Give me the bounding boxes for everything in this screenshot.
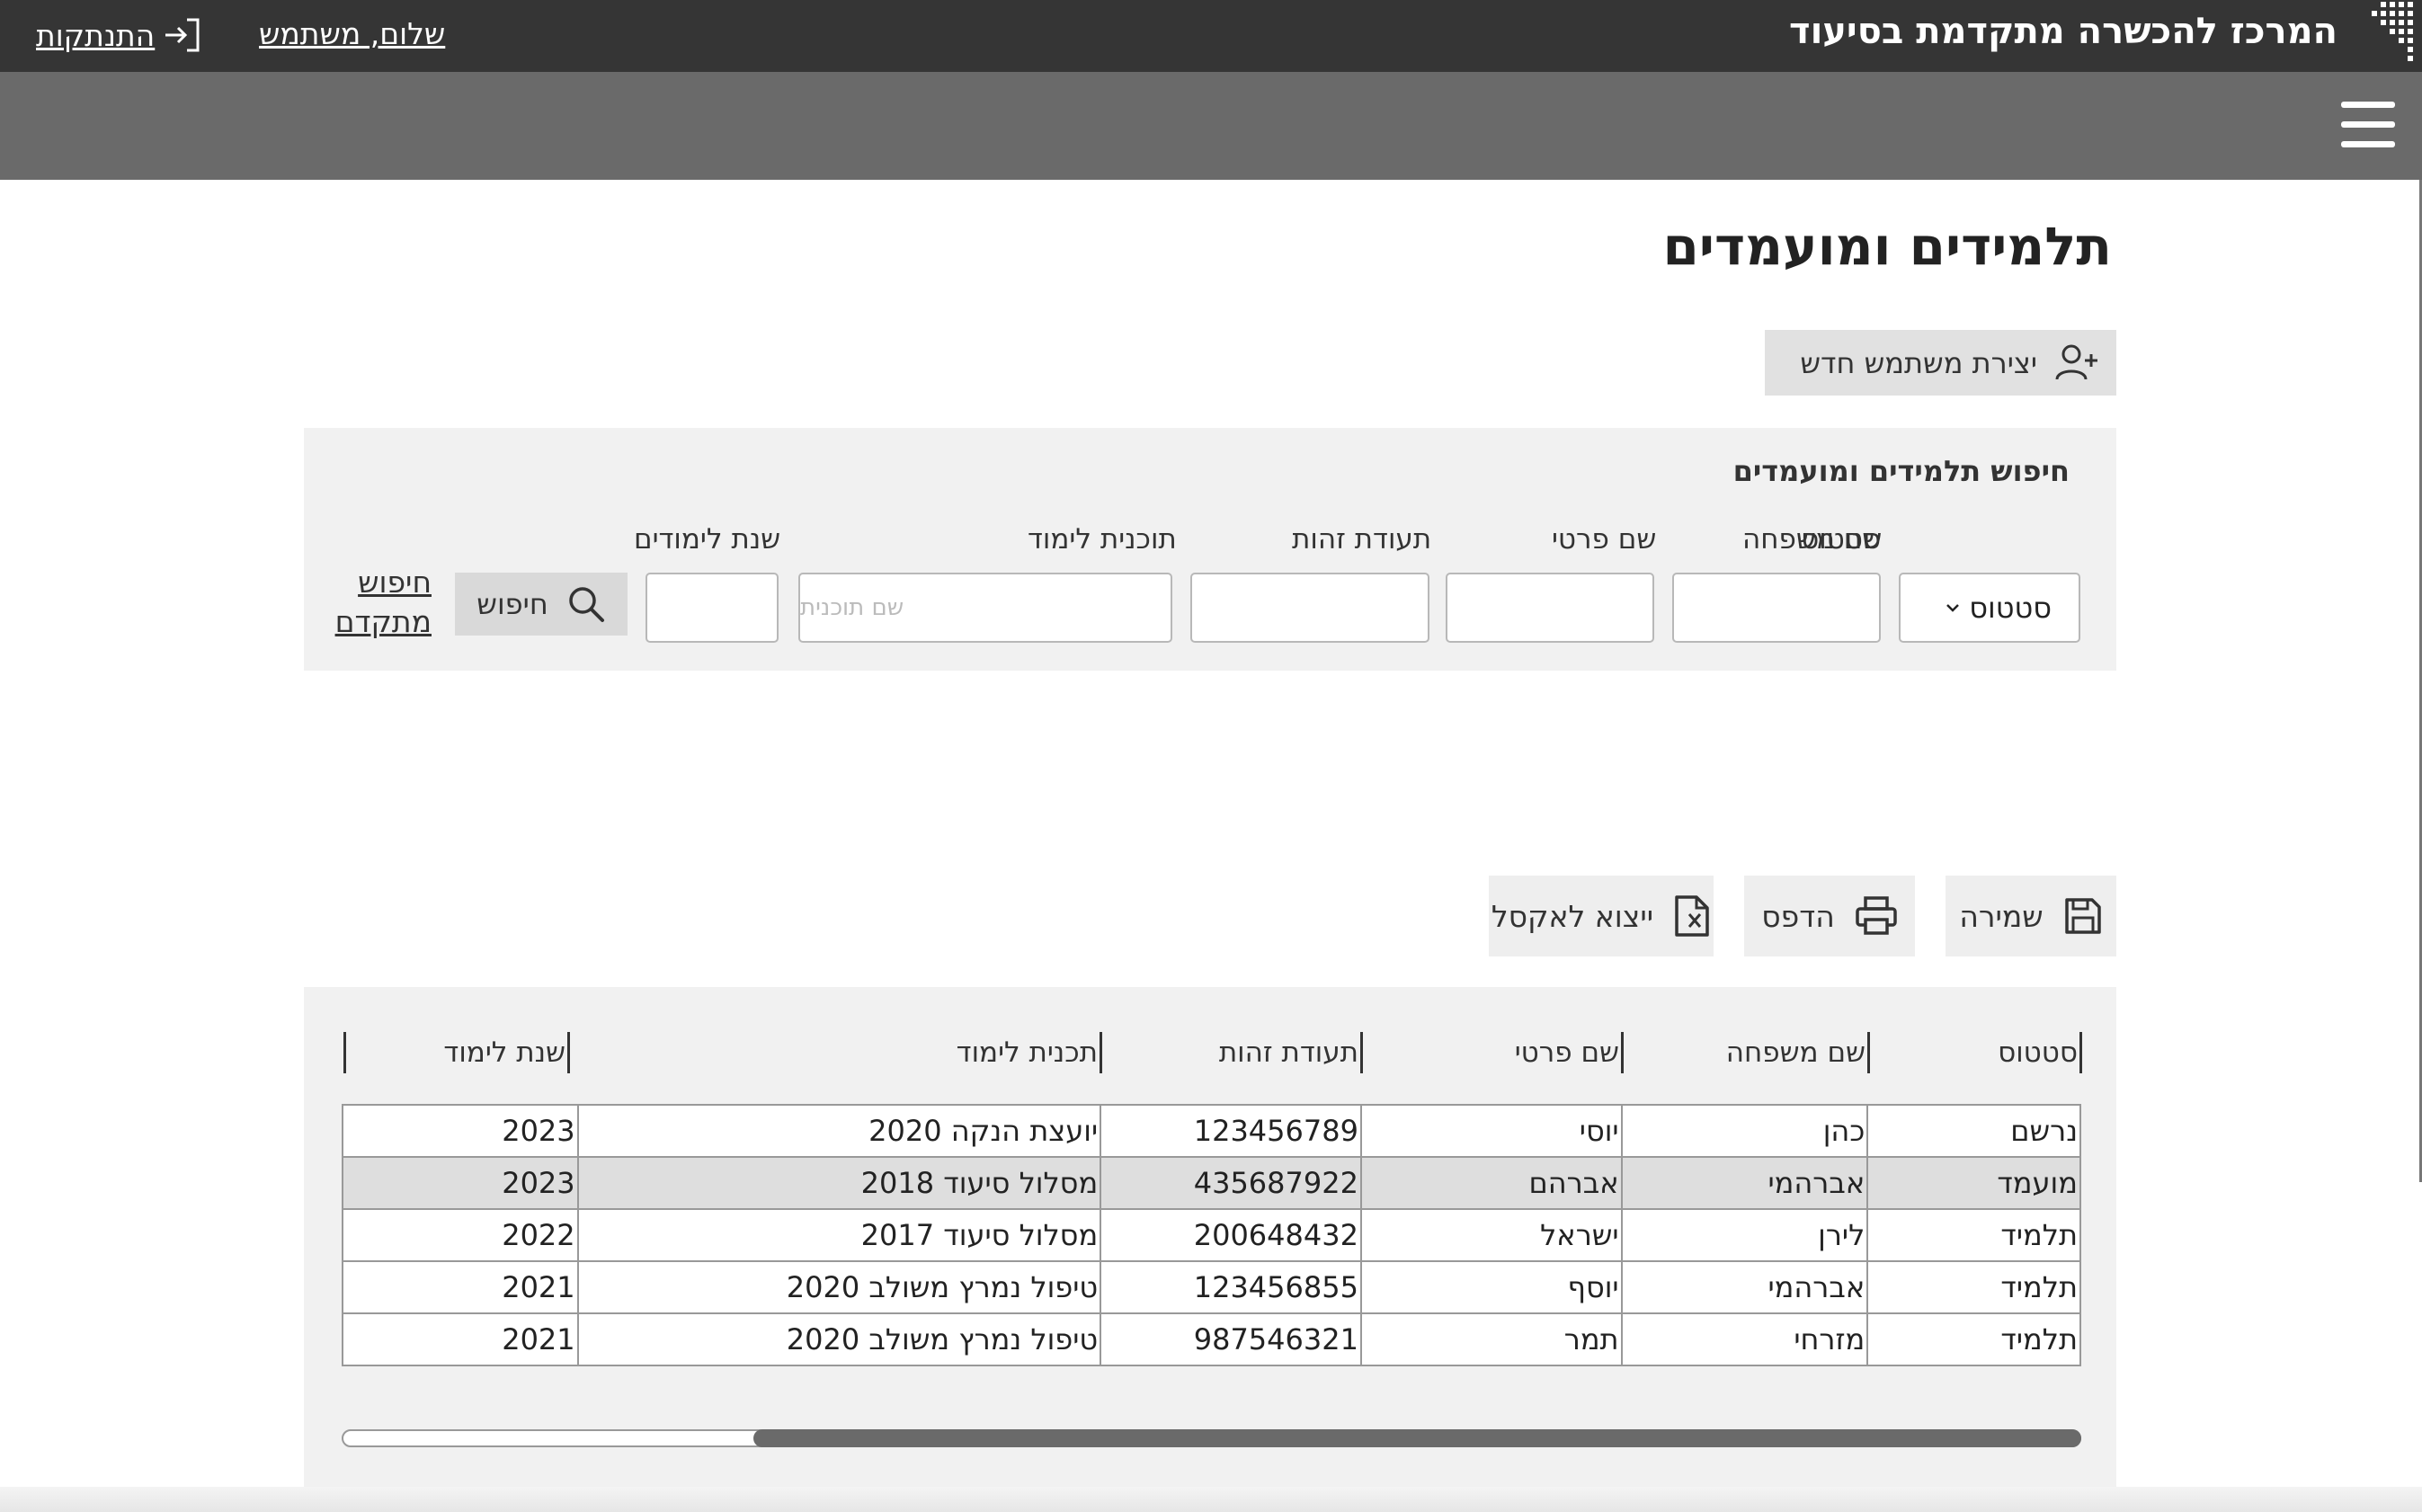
table-row[interactable]: 2021 טיפול נמרץ משולב 2020 987546321 תמר מזר… — [342, 1312, 2081, 1366]
export-excel-button[interactable]: ייצוא לאקסל — [1489, 876, 1714, 956]
first-name-cell: ישראל — [1359, 1208, 1623, 1262]
logo-icon — [2372, 2, 2413, 61]
table-row[interactable]: 2021 טיפול נמרץ משולב 2020 123456855 יוסף אב… — [342, 1260, 2081, 1314]
nav-bar — [0, 72, 2422, 180]
id-number-input[interactable] — [1190, 573, 1429, 643]
create-user-button[interactable]: יצירת משתמש חדש — [1765, 330, 2116, 396]
excel-file-icon — [1675, 895, 1709, 937]
last-name-label: שם משפחה — [1742, 523, 1883, 556]
save-label: שמירה — [1959, 898, 2044, 934]
column-header-first-name[interactable]: שם פרטי — [1363, 1032, 1624, 1073]
id-number-cell: 200648432 — [1100, 1208, 1362, 1262]
program-cell: טיפול נמרץ משולב 2020 — [576, 1260, 1102, 1314]
page-title: תלמידים ומועמדים — [1662, 216, 2112, 277]
search-button-label: חיפוש — [476, 587, 548, 621]
table-row[interactable]: 2022 מסלול סיעוד 2017 200648432 ישראל לירן תל… — [342, 1208, 2081, 1262]
scrollbar-thumb[interactable] — [753, 1429, 2081, 1447]
column-header-status[interactable]: סטטוס — [1870, 1032, 2082, 1073]
printer-icon — [1856, 896, 1897, 935]
last-name-cell: לירן — [1620, 1208, 1869, 1262]
first-name-label: שם פרטי — [1552, 523, 1657, 556]
chevron-down-icon — [1946, 604, 1960, 612]
search-button[interactable]: חיפוש — [455, 573, 628, 636]
print-button[interactable]: הדפס — [1744, 876, 1915, 956]
year-input[interactable] — [646, 573, 779, 643]
column-header-id-number[interactable]: תעודת זהות — [1102, 1032, 1363, 1073]
first-name-cell: אברהם — [1359, 1156, 1623, 1210]
save-button[interactable]: שמירה — [1946, 876, 2116, 956]
status-select[interactable]: סטטוס — [1899, 573, 2080, 643]
page-bottom-edge — [0, 1487, 2422, 1512]
program-cell: מסלול סיעוד 2018 — [576, 1156, 1102, 1210]
status-cell: מועמד — [1866, 1156, 2081, 1210]
id-number-cell: 987546321 — [1100, 1312, 1362, 1366]
menu-hamburger-icon[interactable] — [2341, 102, 2395, 148]
search-icon — [568, 587, 604, 622]
status-cell: נרשם — [1866, 1104, 2081, 1158]
logout-label: התנתקות — [36, 17, 156, 53]
year-cell: 2021 — [342, 1312, 579, 1366]
last-name-cell: כהן — [1620, 1104, 1869, 1158]
search-panel-title: חיפוש תלמידים ומועמדים — [1732, 454, 2070, 488]
status-cell: תלמיד — [1866, 1260, 2081, 1314]
first-name-cell: תמר — [1359, 1312, 1623, 1366]
first-name-input[interactable] — [1446, 573, 1654, 643]
status-cell: תלמיד — [1866, 1208, 2081, 1262]
column-header-program[interactable]: תכנית לימוד — [570, 1032, 1102, 1073]
export-label: ייצוא לאקסל — [1491, 898, 1654, 934]
logout-icon — [165, 18, 200, 52]
year-cell: 2023 — [342, 1156, 579, 1210]
year-cell: 2023 — [342, 1104, 579, 1158]
logout-link[interactable]: התנתקות — [36, 13, 205, 58]
last-name-cell: אברהמי — [1620, 1156, 1869, 1210]
column-header-last-name[interactable]: שם משפחה — [1624, 1032, 1870, 1073]
status-cell: תלמיד — [1866, 1312, 2081, 1366]
save-icon — [2064, 898, 2101, 934]
advanced-search-link[interactable]: חיפוש מתקדם — [335, 563, 432, 642]
last-name-cell: אברהמי — [1620, 1260, 1869, 1314]
program-cell: טיפול נמרץ משולב 2020 — [576, 1312, 1102, 1366]
program-cell: מסלול סיעוד 2017 — [576, 1208, 1102, 1262]
year-label: שנת לימודים — [634, 523, 781, 556]
print-label: הדפס — [1761, 898, 1835, 934]
program-input[interactable]: שם תוכנית — [798, 573, 1172, 643]
table-row[interactable]: 2023 מסלול סיעוד 2018 435687922 אברהם אברהמי… — [342, 1156, 2081, 1210]
id-number-cell: 123456855 — [1100, 1260, 1362, 1314]
id-number-cell: 123456789 — [1100, 1104, 1362, 1158]
status-select-value: סטטוס — [1969, 591, 2052, 625]
table-row[interactable]: 2023 יועצת הנקה 2020 123456789 יוסי כהן נרשם — [342, 1104, 2081, 1158]
program-input-placeholder: שם תוכנית — [800, 594, 904, 621]
create-user-label: יצירת משתמש חדש — [1800, 345, 2037, 380]
year-cell: 2021 — [342, 1260, 579, 1314]
id-number-cell: 435687922 — [1100, 1156, 1362, 1210]
site-title: המרכז להכשרה מתקדמת בסיעוד — [1789, 11, 2337, 52]
first-name-cell: יוסי — [1359, 1104, 1623, 1158]
results-table: 2023 יועצת הנקה 2020 123456789 יוסי כהן נרשם 2… — [342, 1104, 2081, 1366]
first-name-cell: יוסף — [1359, 1260, 1623, 1314]
add-user-icon — [2055, 344, 2097, 379]
program-cell: יועצת הנקה 2020 — [576, 1104, 1102, 1158]
last-name-input[interactable] — [1672, 573, 1881, 643]
user-greeting-link[interactable]: שלום, משתמש — [259, 16, 445, 51]
program-label: תוכנית לימוד — [1028, 523, 1177, 556]
year-cell: 2022 — [342, 1208, 579, 1262]
column-header-year[interactable]: שנת לימוד — [346, 1032, 570, 1073]
id-number-label: תעודת זהות — [1292, 523, 1432, 556]
last-name-cell: מזרחי — [1620, 1312, 1869, 1366]
